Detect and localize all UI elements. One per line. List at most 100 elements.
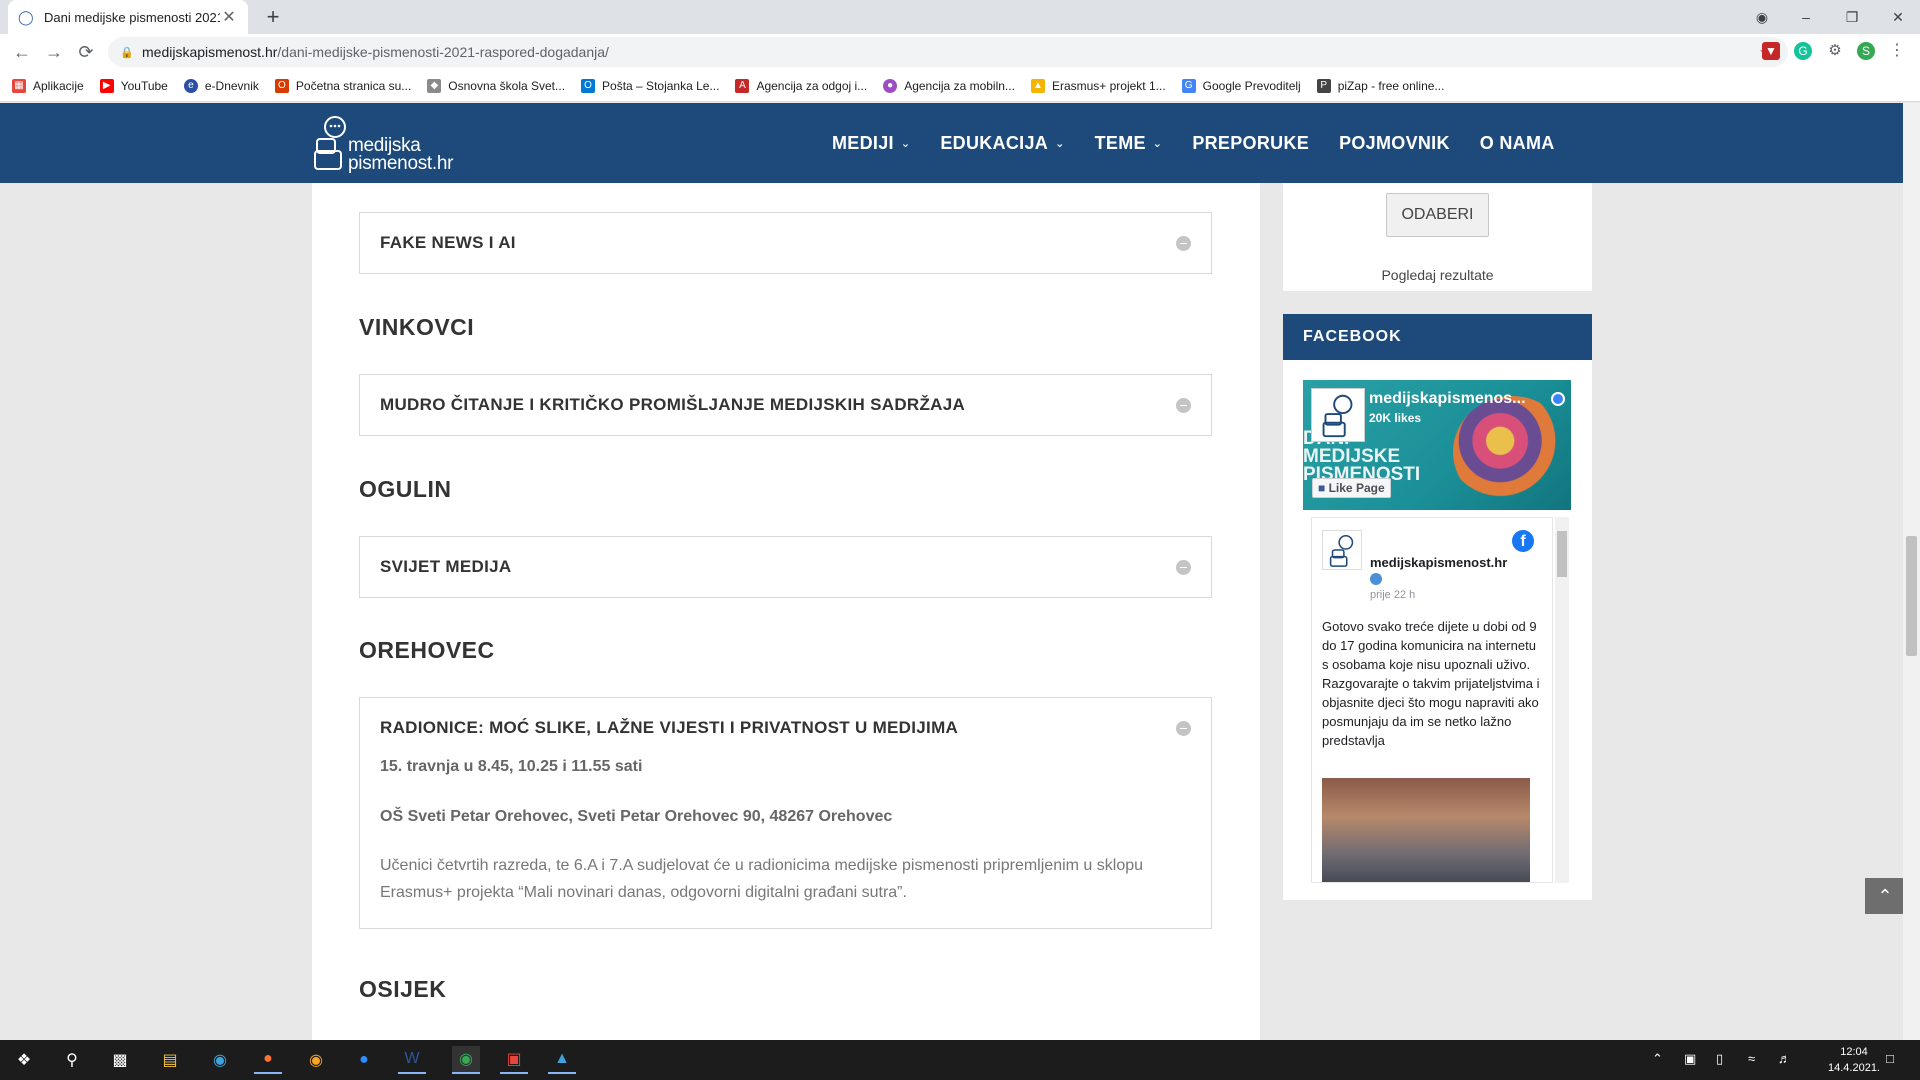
main-navigation: MEDIJI ⌄ EDUKACIJA ⌄ TEME ⌄ PREPORUKE POJMO… [832,103,1555,183]
word-icon[interactable]: W [398,1046,426,1074]
bookmark-item[interactable]: ◆ Osnovna škola Svet... [427,78,565,93]
avatar [1322,530,1362,570]
facebook-widget-heading: FACEBOOK [1283,314,1592,360]
browser-tab[interactable]: ◯ Dani medijske pismenosti 2021. · ✕ [8,0,248,34]
outlook-icon: O [581,78,596,93]
nav-mediji[interactable]: MEDIJI ⌄ [832,133,910,154]
windows-taskbar: ❖ ⚲ ▩ ▤ ◉ ● ◉ ● W ◉ ▣ ▲ ⌃ ▣ ▯ ≈ ♬ 12:04 … [0,1040,1920,1080]
new-tab-button[interactable]: + [260,5,286,31]
windows-start-icon[interactable]: ❖ [10,1046,38,1074]
bookmark-item[interactable]: O Pošta – Stojanka Le... [581,78,719,93]
pocket-extension-icon[interactable]: ▼ [1762,42,1780,60]
like-page-button[interactable]: ■ Like Page [1312,478,1391,498]
facebook-f-icon: ■ [1318,481,1329,495]
firefox-icon[interactable]: ● [254,1046,282,1074]
browser-tab-strip: ◯ Dani medijske pismenosti 2021. · ✕ + ◉… [0,0,1920,34]
tab-title: Dani medijske pismenosti 2021. · [44,9,220,25]
grammarly-extension-icon[interactable]: G [1794,42,1812,60]
facebook-page-name[interactable]: medijskapismenos... [1369,390,1549,408]
avatar[interactable]: S [1857,42,1875,60]
maximize-button[interactable]: ❐ [1830,0,1874,34]
nav-o-nama[interactable]: O NAMA [1480,133,1555,154]
post-author[interactable]: medijskapismenost.hr [1370,555,1507,570]
bookmark-item[interactable]: ▦ Aplikacije [12,78,84,93]
chevron-down-icon: ⌄ [900,137,911,150]
bookmark-item[interactable]: ▶ YouTube [99,78,168,93]
address-bar[interactable]: 🔒 medijskapismenost.hr /dani-medijske-pi… [108,37,1788,67]
display-icon[interactable]: ▣ [1684,1051,1696,1067]
collapse-toggle-icon[interactable] [1176,559,1191,575]
post-image[interactable] [1322,778,1530,882]
close-window-button[interactable]: ✕ [1876,0,1920,34]
facebook-logo-icon[interactable]: f [1512,530,1534,552]
media-player-icon[interactable]: ◉ [302,1046,330,1074]
collapse-toggle-icon[interactable] [1176,397,1191,413]
site-logo[interactable]: medijska pismenost.hr [312,111,472,175]
event-location: OŠ Sveti Petar Orehovec, Sveti Petar Ore… [380,808,893,825]
clock-date: 14.4.2021. [1828,1062,1880,1074]
file-explorer-icon[interactable]: ▤ [156,1046,184,1074]
profile-menu-icon[interactable]: ◉ [1740,0,1784,34]
nav-teme[interactable]: TEME ⌄ [1095,133,1163,154]
notifications-icon[interactable]: □ [1886,1051,1894,1066]
nav-pojmovnik[interactable]: POJMOVNIK [1339,133,1450,154]
page-scrollbar[interactable] [1903,103,1920,1040]
collapse-toggle-icon[interactable] [1176,235,1191,251]
feed-scrollbar[interactable] [1555,517,1569,883]
chevron-up-icon[interactable]: ⌃ [1652,1051,1663,1067]
nav-edukacija[interactable]: EDUKACIJA ⌄ [940,133,1064,154]
bookmark-item[interactable]: ▲ Erasmus+ projekt 1... [1030,78,1166,93]
browser-menu-icon[interactable]: ⋮ [1888,42,1906,60]
facebook-likes: 20K likes [1369,411,1422,425]
accordion-vinkovci[interactable]: MUDRO ČITANJE I KRITIČKO PROMIŠLJANJE ME… [359,374,1212,436]
reload-button[interactable]: ⟳ [72,38,100,66]
scroll-to-top-button[interactable]: ⌃ [1865,878,1905,914]
bookmark-item[interactable]: e e-Dnevnik [183,78,259,93]
zoom-icon[interactable]: ● [350,1046,378,1074]
bookmark-item[interactable]: A Agencija za odgoj i... [735,78,867,93]
azoo-icon: A [735,78,750,93]
city-heading-ogulin: OGULIN [359,476,452,502]
extensions-puzzle-icon[interactable]: ⚙ [1826,42,1844,60]
facebook-feed[interactable]: f medijskapismenost.hr prije 22 h Gotovo… [1311,517,1553,883]
search-icon[interactable]: ⚲ [58,1046,86,1074]
app-icon[interactable]: ▣ [500,1046,528,1074]
wifi-icon[interactable]: ≈ [1748,1051,1755,1066]
chrome-icon[interactable]: ◉ [452,1046,480,1074]
accordion-title: MUDRO ČITANJE I KRITIČKO PROMIŠLJANJE ME… [380,395,966,414]
bookmark-item[interactable]: ● Agencija za mobiln... [883,78,1015,93]
logo-line2: pismenost.hr [348,153,454,174]
apps-grid-icon: ▦ [12,78,26,93]
post-timestamp[interactable]: prije 22 h [1370,589,1415,601]
ampeu-icon: ● [883,78,898,93]
bookmark-item[interactable]: PpiZap - free online... [1316,78,1444,93]
system-clock[interactable]: 12:04 14.4.2021. [1828,1044,1880,1076]
translate-icon: G [1181,78,1196,93]
accordion-ogulin[interactable]: SVIJET MEDIJA [359,536,1212,598]
accordion-fake-news[interactable]: FAKE NEWS I AI [359,212,1212,274]
main-content: FAKE NEWS I AI VINKOVCI MUDRO ČITANJE I … [312,183,1260,1040]
close-tab-icon[interactable]: ✕ [220,7,238,27]
facebook-cover[interactable]: DANI MEDIJSKE PISMENOSTI medijskapismeno… [1303,380,1571,510]
back-button[interactable]: ← [8,38,36,66]
bookmark-item[interactable]: G Google Prevoditelj [1181,78,1301,93]
scrollbar-thumb[interactable] [1557,531,1567,577]
minimize-button[interactable]: – [1784,0,1828,34]
post-text: Gotovo svako treće dijete u dobi od 9 do… [1322,619,1540,748]
url-host: medijskapismenost.hr [142,44,278,60]
accordion-orehovec[interactable]: RADIONICE: MOĆ SLIKE, LAŽNE VIJESTI I PR… [359,697,1212,929]
poll-submit-button[interactable]: ODABERI [1386,193,1489,237]
edge-icon[interactable]: ◉ [206,1046,234,1074]
city-heading-vinkovci: VINKOVCI [359,314,475,340]
collapse-toggle-icon[interactable] [1176,720,1191,736]
forward-button[interactable]: → [40,38,68,66]
task-view-icon[interactable]: ▩ [106,1046,134,1074]
scrollbar-thumb[interactable] [1906,536,1917,656]
poll-results-link[interactable]: Pogledaj rezultate [1283,267,1592,283]
nav-preporuke[interactable]: PREPORUKE [1192,133,1309,154]
bookmark-item[interactable]: O Početna stranica su... [274,78,411,93]
photos-icon[interactable]: ▲ [548,1046,576,1074]
facebook-widget: DANI MEDIJSKE PISMENOSTI medijskapismeno… [1283,360,1592,900]
battery-icon[interactable]: ▯ [1716,1051,1723,1067]
volume-icon[interactable]: ♬ [1778,1051,1791,1066]
